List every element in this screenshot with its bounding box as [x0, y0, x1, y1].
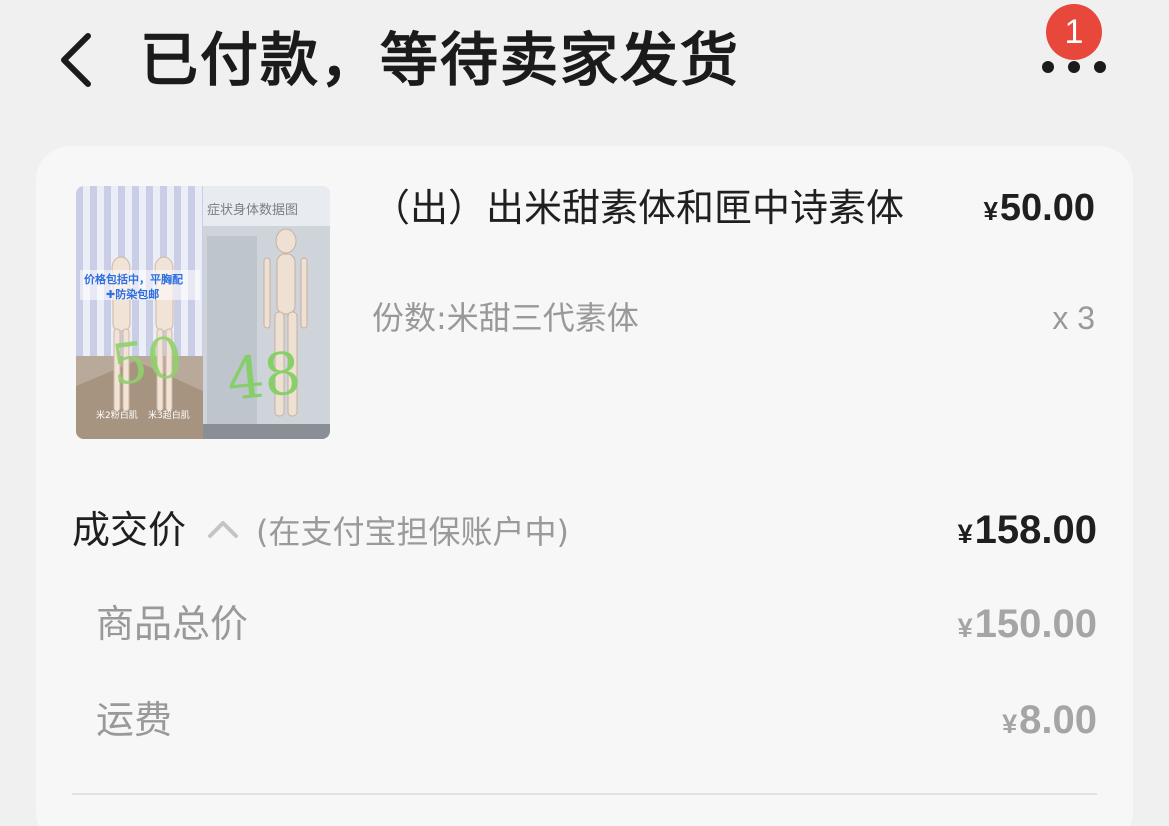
- unit-price: ¥50.00: [983, 182, 1095, 237]
- currency-symbol: ¥: [983, 196, 998, 226]
- shipping-value: 8.00: [1019, 698, 1097, 742]
- back-button[interactable]: [44, 24, 108, 96]
- svg-text:症状身体数据图: 症状身体数据图: [207, 202, 298, 218]
- order-detail-page: 已付款，等待卖家发货 1 价格包括中，平胸配 ✚防染包邮 50 米2粉白肌 米3…: [0, 0, 1169, 826]
- shipping-label: 运费: [96, 698, 173, 742]
- svg-text:米3超白肌: 米3超白肌: [148, 409, 190, 421]
- currency-symbol: ¥: [957, 519, 973, 549]
- shipping-price: ¥8.00: [1002, 694, 1097, 750]
- deal-price-value: 158.00: [974, 508, 1097, 552]
- notification-badge: 1: [1046, 4, 1102, 60]
- svg-text:米2粉白肌: 米2粉白肌: [96, 409, 138, 421]
- more-dots-icon: [1042, 61, 1106, 73]
- divider: [72, 793, 1097, 795]
- deal-price-row: 成交价 (在支付宝担保账户中) ¥158.00: [72, 504, 1097, 556]
- svg-text:50: 50: [107, 325, 187, 399]
- chevron-left-icon: [61, 33, 91, 87]
- shipping-row: 运费 ¥8.00: [96, 694, 1097, 746]
- product-quantity: x 3: [1052, 300, 1095, 336]
- product-title[interactable]: （出）出米甜素体和匣中诗素体: [372, 182, 922, 234]
- page-title: 已付款，等待卖家发货: [140, 26, 741, 94]
- chevron-up-icon[interactable]: [206, 516, 240, 540]
- subtotal-label: 商品总价: [96, 602, 249, 646]
- svg-text:价格包括中，平胸配: 价格包括中，平胸配: [84, 272, 183, 286]
- currency-symbol: ¥: [957, 613, 973, 643]
- deal-price: ¥158.00: [958, 504, 1097, 560]
- subtotal-price: ¥150.00: [958, 598, 1097, 654]
- svg-text:48: 48: [224, 339, 305, 414]
- top-bar: 已付款，等待卖家发货 1: [0, 0, 1169, 130]
- currency-symbol: ¥: [1002, 709, 1018, 739]
- escrow-note: (在支付宝担保账户中): [256, 513, 569, 551]
- subtotal-value: 150.00: [974, 602, 1097, 646]
- order-card: 价格包括中，平胸配 ✚防染包邮 50 米2粉白肌 米3超白肌 症状身体数据图 4…: [36, 146, 1133, 826]
- product-thumbnail[interactable]: 价格包括中，平胸配 ✚防染包邮 50 米2粉白肌 米3超白肌 症状身体数据图 4…: [76, 186, 330, 439]
- product-variant: 份数:米甜三代素体: [372, 299, 639, 337]
- product-image: 价格包括中，平胸配 ✚防染包邮 50 米2粉白肌 米3超白肌 症状身体数据图 4…: [76, 186, 330, 439]
- svg-text:✚防染包邮: ✚防染包邮: [106, 287, 159, 301]
- subtotal-row: 商品总价 ¥150.00: [96, 598, 1097, 650]
- unit-price-value: 50.00: [999, 187, 1095, 229]
- deal-price-label: 成交价: [72, 508, 187, 552]
- more-button[interactable]: 1: [1030, 4, 1114, 96]
